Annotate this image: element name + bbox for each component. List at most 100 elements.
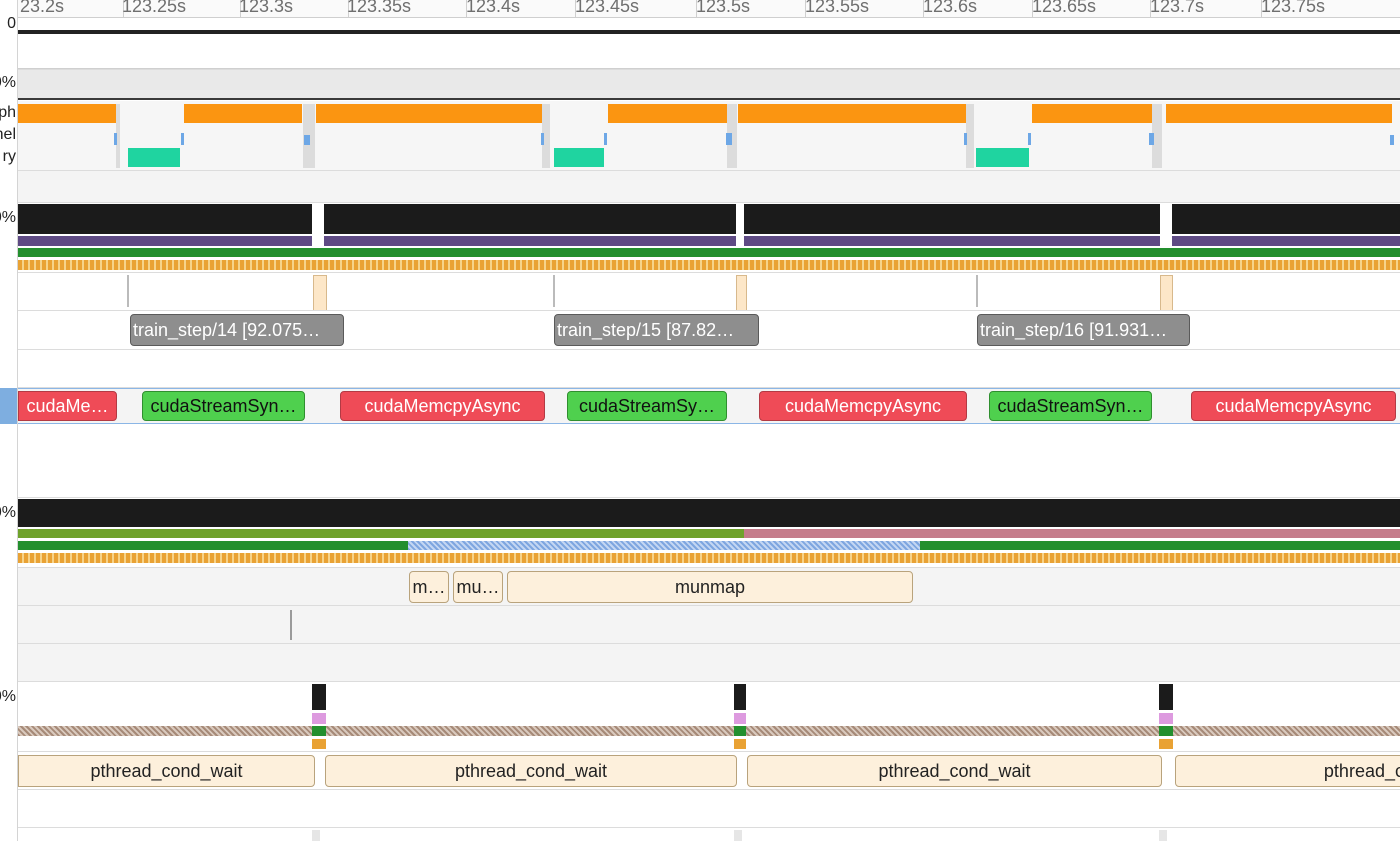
thread-state-slices[interactable] bbox=[312, 739, 326, 749]
selected-track-marker[interactable] bbox=[0, 388, 17, 424]
ruler-tick-label: 123.65s bbox=[1032, 0, 1097, 16]
memory-slice[interactable] bbox=[976, 148, 1029, 167]
cpu-usage-block[interactable] bbox=[312, 684, 326, 710]
thread-state-sleeping[interactable] bbox=[18, 726, 1400, 736]
cuda-memcpy-slice[interactable]: cudaMemcpyAsync bbox=[1191, 391, 1396, 421]
thread-state-segment[interactable] bbox=[312, 713, 326, 724]
cuda-memcpy-slice[interactable]: cudaMemcpyAsync bbox=[340, 391, 545, 421]
empty-track bbox=[18, 424, 1400, 498]
cpu-usage-block[interactable] bbox=[1172, 204, 1400, 234]
train-step-slice[interactable]: train_step/15 [87.82… bbox=[554, 314, 759, 346]
marker-line bbox=[290, 610, 292, 640]
ruler-tick-label: 123.5s bbox=[696, 0, 751, 16]
marker-track[interactable] bbox=[18, 273, 1400, 311]
cpu-usage-block[interactable] bbox=[744, 204, 1160, 234]
cpu-usage-block[interactable] bbox=[18, 204, 312, 234]
kernel-tick bbox=[541, 133, 544, 145]
empty-track bbox=[18, 828, 1400, 841]
graph-slice[interactable] bbox=[316, 104, 542, 123]
thread-state-running[interactable] bbox=[18, 236, 312, 246]
graph-slice[interactable] bbox=[1166, 104, 1392, 123]
ruler-tick-label: 123.3s bbox=[239, 0, 294, 16]
marker-slice[interactable] bbox=[736, 275, 747, 310]
thread-state-segment[interactable] bbox=[734, 713, 746, 724]
pthread-cond-wait-slice[interactable]: pthread_cond_wait bbox=[325, 755, 737, 787]
cpu-usage-block[interactable] bbox=[324, 204, 736, 234]
kernel-tick bbox=[181, 133, 184, 145]
empty-track bbox=[18, 171, 1400, 203]
train-step-slice[interactable]: train_step/14 [92.075… bbox=[130, 314, 344, 346]
thread-state-runnable[interactable] bbox=[18, 248, 1400, 257]
cuda-memcpy-slice[interactable]: cudaMe… bbox=[18, 391, 117, 421]
gutter-label-5: 0% bbox=[0, 209, 16, 226]
graph-slice[interactable] bbox=[738, 104, 966, 123]
thread-state-segment[interactable] bbox=[18, 529, 744, 538]
cpu-usage-block[interactable] bbox=[1159, 684, 1173, 710]
graph-slice[interactable] bbox=[608, 104, 727, 123]
munmap-slice[interactable]: m… bbox=[409, 571, 449, 603]
memory-slice[interactable] bbox=[128, 148, 180, 167]
thread-state-runnable[interactable] bbox=[920, 541, 1400, 550]
thread-state-running[interactable] bbox=[1172, 236, 1400, 246]
ruler-tick-label: 123.75s bbox=[1261, 0, 1326, 16]
gap-marker bbox=[966, 104, 974, 168]
munmap-slice[interactable]: munmap bbox=[507, 571, 913, 603]
gutter-label-0: 0 bbox=[7, 15, 16, 32]
train-step-track[interactable]: train_step/14 [92.075… train_step/15 [87… bbox=[18, 311, 1400, 350]
graph-slice[interactable] bbox=[1032, 104, 1152, 123]
kernel-tick bbox=[114, 133, 117, 145]
graph-slice[interactable] bbox=[18, 104, 116, 123]
marker-slice bbox=[1159, 830, 1167, 841]
pthread-track[interactable]: pthread_cond_wait pthread_cond_wait pthr… bbox=[18, 752, 1400, 790]
thread-state-running[interactable] bbox=[744, 236, 1160, 246]
thread-state-io[interactable] bbox=[408, 541, 920, 550]
marker-line bbox=[553, 275, 555, 307]
thread-state-runnable[interactable] bbox=[312, 726, 326, 736]
thread-state-runnable[interactable] bbox=[734, 726, 746, 736]
thread-state-slices[interactable] bbox=[18, 260, 1400, 270]
gutter-label-4: ry bbox=[2, 148, 16, 165]
kernel-tick bbox=[304, 135, 310, 145]
gutter-label-3: nel bbox=[0, 126, 16, 143]
marker-slice[interactable] bbox=[313, 275, 327, 310]
cpu-usage-block[interactable] bbox=[734, 684, 746, 710]
thread-state-running[interactable] bbox=[324, 236, 736, 246]
thread-state-slices[interactable] bbox=[1159, 739, 1173, 749]
thread-state-slices[interactable] bbox=[18, 553, 1400, 563]
train-step-slice[interactable]: train_step/16 [91.931… bbox=[977, 314, 1190, 346]
munmap-track[interactable]: m… mu… munmap bbox=[18, 568, 1400, 606]
cuda-stream-sync-slice[interactable]: cudaStreamSyn… bbox=[142, 391, 305, 421]
thread-state-slices[interactable] bbox=[734, 739, 746, 749]
gpu-graph-kernel-memory-track[interactable] bbox=[18, 101, 1400, 171]
thread-state-track[interactable] bbox=[18, 203, 1400, 273]
cpu-usage-block[interactable] bbox=[18, 499, 1400, 527]
thread-state-runnable[interactable] bbox=[18, 541, 408, 550]
memory-slice[interactable] bbox=[554, 148, 604, 167]
cpu-percent-track[interactable] bbox=[18, 70, 1400, 100]
marker-slice[interactable] bbox=[1160, 275, 1173, 310]
kernel-tick bbox=[726, 133, 732, 145]
ruler-tick-label: 123.45s bbox=[575, 0, 640, 16]
ruler-tick-label: 123.55s bbox=[805, 0, 870, 16]
thread-state-segment[interactable] bbox=[744, 529, 1400, 538]
cuda-stream-sync-slice[interactable]: cudaStreamSy… bbox=[567, 391, 727, 421]
cuda-api-track[interactable]: cudaMe… cudaStreamSyn… cudaMemcpyAsync c… bbox=[18, 388, 1400, 424]
ruler-tick-label: 123.25s bbox=[122, 0, 187, 16]
graph-slice[interactable] bbox=[184, 104, 302, 123]
thread-state-track-3[interactable] bbox=[18, 682, 1400, 752]
pthread-cond-wait-slice[interactable]: pthread_cond_wait bbox=[747, 755, 1162, 787]
pthread-cond-wait-slice[interactable]: pthread_cond_wait bbox=[18, 755, 315, 787]
time-ruler[interactable]: 23.2s 123.25s 123.3s 123.35s 123.4s 123.… bbox=[18, 0, 1400, 18]
thread-state-segment[interactable] bbox=[1159, 713, 1173, 724]
ruler-tick-label: 123.7s bbox=[1150, 0, 1205, 16]
cuda-stream-sync-slice[interactable]: cudaStreamSyn… bbox=[989, 391, 1152, 421]
thread-state-track-2[interactable] bbox=[18, 498, 1400, 568]
pthread-cond-wait-slice[interactable]: pthread_co bbox=[1175, 755, 1400, 787]
counter-track-top[interactable] bbox=[18, 18, 1400, 70]
thread-state-runnable[interactable] bbox=[1159, 726, 1173, 736]
kernel-tick bbox=[1028, 133, 1031, 145]
gutter-label-7: 0% bbox=[0, 688, 16, 705]
gutter-label-2: ph bbox=[0, 104, 16, 121]
cuda-memcpy-slice[interactable]: cudaMemcpyAsync bbox=[759, 391, 967, 421]
munmap-slice[interactable]: mu… bbox=[453, 571, 503, 603]
